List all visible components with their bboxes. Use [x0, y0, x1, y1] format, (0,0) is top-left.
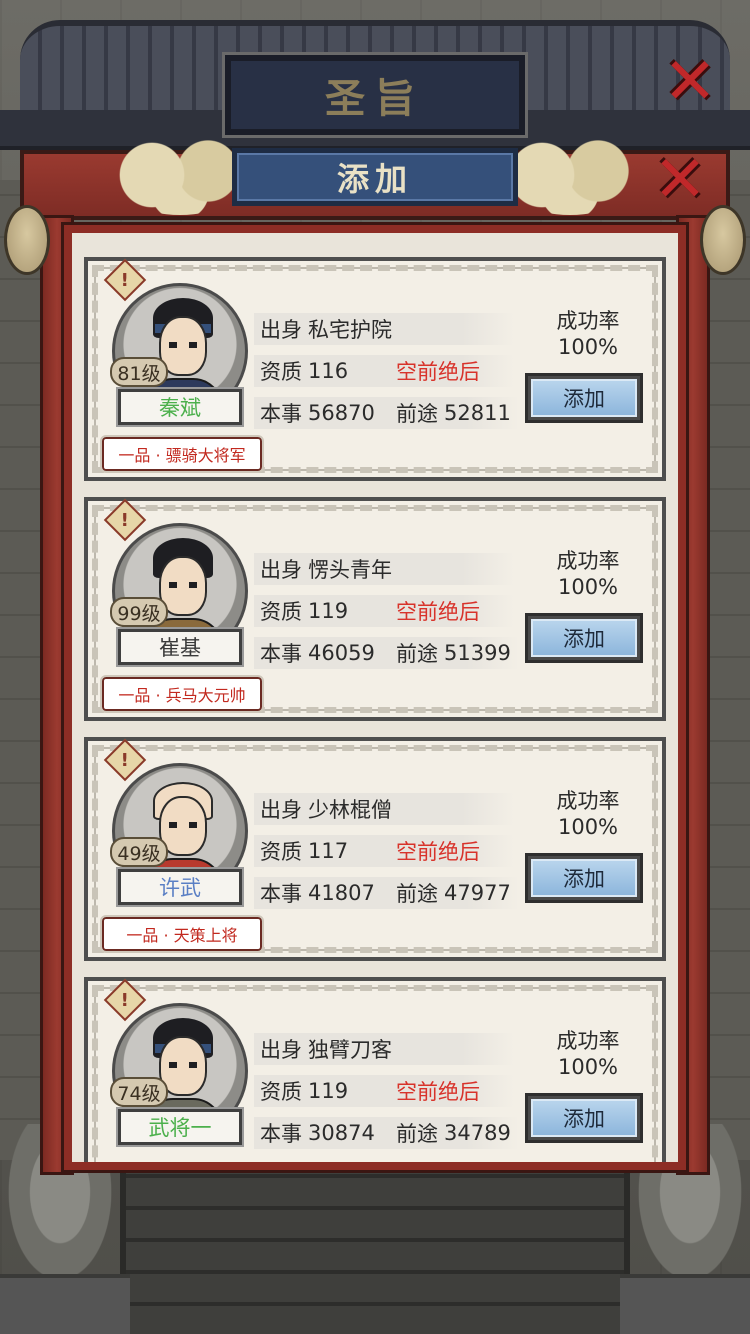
future-label: 前途 — [396, 1122, 438, 1146]
future-value: 34789 — [444, 1121, 511, 1145]
origin-value: 独臂刀客 — [308, 1038, 392, 1062]
success-rate-label: 成功率 — [556, 309, 620, 333]
origin-label: 出身 — [260, 798, 302, 822]
origin-label: 出身 — [260, 318, 302, 342]
origin-row: 出身 少林棍僧 — [254, 793, 514, 825]
candidate-name: 许武 — [116, 867, 244, 907]
avatar-eyes — [169, 582, 197, 588]
aptitude-value: 116 — [308, 359, 349, 383]
skill-label: 本事 — [260, 402, 302, 426]
rank-label: 一品 · 兵马大元帅 — [100, 675, 264, 713]
future-row: 前途 52811 — [396, 397, 511, 429]
future-row: 前途 34789 — [396, 1117, 511, 1149]
dialog-title-banner: 添加 — [232, 148, 518, 206]
tier-label: 空前绝后 — [396, 840, 480, 864]
skill-value: 41807 — [308, 881, 375, 905]
tier-label: 空前绝后 — [396, 360, 480, 384]
candidate-card: ! 49级 许武 一品 · 天策上将 出身 少林棍僧 资质 117 空前绝后 本… — [84, 737, 666, 961]
level-badge: 74级 — [110, 1077, 168, 1107]
skill-label: 本事 — [260, 882, 302, 906]
candidate-card: ! 99级 崔基 一品 · 兵马大元帅 出身 愣头青年 资质 119 空前绝后 … — [84, 497, 666, 721]
future-label: 前途 — [396, 402, 438, 426]
aptitude-label: 资质 — [260, 600, 302, 624]
aptitude-label: 资质 — [260, 840, 302, 864]
origin-value: 少林棍僧 — [308, 798, 392, 822]
success-rate-label: 成功率 — [556, 1029, 620, 1053]
rank-label: 一品 · 骠骑大将军 — [100, 435, 264, 473]
success-rate-value: 100% — [557, 1055, 619, 1079]
level-badge: 49级 — [110, 837, 168, 867]
add-button[interactable]: 添加 — [525, 373, 643, 423]
future-value: 51399 — [444, 641, 511, 665]
avatar-eyes — [169, 342, 197, 348]
tier-label: 空前绝后 — [396, 1080, 480, 1104]
candidate-name: 崔基 — [116, 627, 244, 667]
success-rate-label: 成功率 — [556, 789, 620, 813]
future-value: 52811 — [444, 401, 511, 425]
add-button-label: 添加 — [531, 1099, 637, 1137]
level-badge: 99级 — [110, 597, 168, 627]
future-row: 前途 47977 — [396, 877, 511, 909]
candidate-card: ! 74级 武将一 出身 独臂刀客 资质 119 空前绝后 本事 30874 前… — [84, 977, 666, 1162]
future-label: 前途 — [396, 642, 438, 666]
add-button-label: 添加 — [531, 379, 637, 417]
lion-base-right — [620, 1274, 750, 1334]
aptitude-label: 资质 — [260, 1080, 302, 1104]
add-button-label: 添加 — [531, 619, 637, 657]
future-row: 前途 51399 — [396, 637, 511, 669]
aptitude-value: 119 — [308, 1079, 349, 1103]
aptitude-value: 117 — [308, 839, 349, 863]
candidate-name: 武将一 — [116, 1107, 244, 1147]
avatar-eyes — [169, 822, 197, 828]
candidate-name: 秦斌 — [116, 387, 244, 427]
origin-value: 私宅护院 — [308, 318, 392, 342]
candidate-panel: ! 81级 秦斌 一品 · 骠骑大将军 出身 私宅护院 资质 116 空前绝后 … — [64, 225, 686, 1170]
origin-label: 出身 — [260, 1038, 302, 1062]
candidate-list[interactable]: ! 81级 秦斌 一品 · 骠骑大将军 出身 私宅护院 资质 116 空前绝后 … — [84, 257, 666, 1162]
rank-label: 一品 · 天策上将 — [100, 915, 264, 953]
skill-label: 本事 — [260, 642, 302, 666]
cloud-ornament-left — [110, 135, 250, 215]
skill-value: 56870 — [308, 401, 375, 425]
add-button-label: 添加 — [531, 859, 637, 897]
avatar-eyes — [169, 1062, 197, 1068]
skill-label: 本事 — [260, 1122, 302, 1146]
level-badge: 81级 — [110, 357, 168, 387]
cloud-ornament-right — [500, 135, 640, 215]
origin-row: 出身 私宅护院 — [254, 313, 514, 345]
origin-row: 出身 独臂刀客 — [254, 1033, 514, 1065]
add-button[interactable]: 添加 — [525, 1093, 643, 1143]
close-dialog-button[interactable]: ✕ — [640, 143, 720, 217]
plaque-title: 圣旨 — [325, 75, 425, 122]
candidate-card: ! 81级 秦斌 一品 · 骠骑大将军 出身 私宅护院 资质 116 空前绝后 … — [84, 257, 666, 481]
success-rate-value: 100% — [557, 575, 619, 599]
origin-value: 愣头青年 — [308, 558, 392, 582]
close-icon: ✕ — [653, 143, 707, 217]
future-value: 47977 — [444, 881, 511, 905]
close-button[interactable]: ✕ — [650, 45, 730, 119]
dialog-title: 添加 — [336, 160, 413, 198]
lantern-right — [700, 205, 746, 275]
decree-plaque: 圣旨 — [222, 52, 528, 138]
future-label: 前途 — [396, 882, 438, 906]
success-rate-value: 100% — [557, 815, 619, 839]
lion-base-left — [0, 1274, 130, 1334]
add-button[interactable]: 添加 — [525, 613, 643, 663]
aptitude-label: 资质 — [260, 360, 302, 384]
skill-value: 30874 — [308, 1121, 375, 1145]
tier-label: 空前绝后 — [396, 600, 480, 624]
aptitude-value: 119 — [308, 599, 349, 623]
origin-label: 出身 — [260, 558, 302, 582]
skill-value: 46059 — [308, 641, 375, 665]
palace-stairs — [120, 1159, 630, 1334]
success-rate-label: 成功率 — [556, 549, 620, 573]
origin-row: 出身 愣头青年 — [254, 553, 514, 585]
success-rate-value: 100% — [557, 335, 619, 359]
add-button[interactable]: 添加 — [525, 853, 643, 903]
lantern-left — [4, 205, 50, 275]
close-icon: ✕ — [663, 45, 717, 119]
